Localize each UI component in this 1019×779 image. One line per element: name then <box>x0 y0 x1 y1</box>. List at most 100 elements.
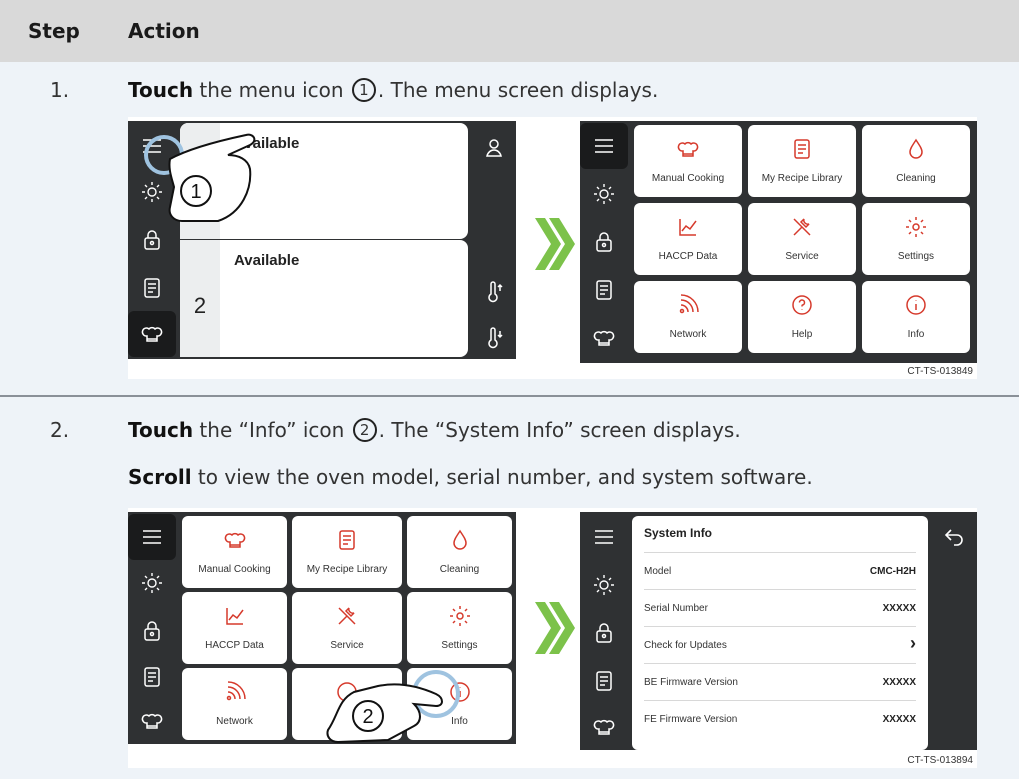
wifi-icon <box>182 680 287 706</box>
sidebar <box>128 512 176 744</box>
column-header-step: Step <box>28 19 80 43</box>
tile-label: Settings <box>441 640 478 651</box>
tile-haccp-data[interactable]: HACCP Data <box>182 592 287 664</box>
wrench-icon <box>292 604 402 630</box>
info-value: CMC-H2H <box>869 566 916 577</box>
table-header: Step Action <box>0 0 1019 62</box>
gear-icon <box>862 215 970 241</box>
figure-2: Manual Cooking My Recipe Library Cleanin… <box>128 508 977 768</box>
action-verb: Touch <box>128 418 194 442</box>
next-arrow-icon <box>535 602 575 654</box>
chef-hat-icon[interactable] <box>128 698 176 744</box>
chef-hat-icon[interactable] <box>128 311 176 357</box>
recipe-icon[interactable] <box>580 267 628 313</box>
chef-hat-icon[interactable] <box>580 315 628 361</box>
oven-menu-screen: Manual Cooking My Recipe Library Cleanin… <box>580 121 977 363</box>
instruction-text: the menu icon <box>193 78 350 102</box>
info-label: Check for Updates <box>644 640 727 651</box>
info-row-be-firmware: BE Firmware Version XXXXX <box>644 663 916 700</box>
info-row-serial-number: Serial Number XXXXX <box>644 589 916 626</box>
tile-label: Info <box>907 329 925 340</box>
menu-icon[interactable] <box>580 123 628 169</box>
instruction-text: the “Info” icon <box>193 418 351 442</box>
recipe-book-icon <box>748 137 856 163</box>
tile-settings[interactable]: Settings <box>407 592 512 664</box>
water-drop-icon <box>407 528 512 554</box>
instruction-text: . The “System Info” screen displays. <box>378 418 741 442</box>
menu-icon[interactable] <box>580 514 628 560</box>
oven-home-screen: Available 2 Available 1 <box>128 121 516 359</box>
panel-title: System Info <box>644 526 713 540</box>
sun-icon[interactable] <box>128 560 176 606</box>
back-icon[interactable] <box>930 514 977 560</box>
tile-cleaning[interactable]: Cleaning <box>862 125 970 197</box>
recipe-icon[interactable] <box>580 658 628 704</box>
info-value: XXXXX <box>882 677 916 688</box>
figure-1: Available 2 Available 1 Manual Cooking M… <box>128 117 977 379</box>
recipe-icon[interactable] <box>128 654 176 700</box>
tile-label: Network <box>216 716 253 727</box>
menu-icon[interactable] <box>128 514 176 560</box>
tile-service[interactable]: Service <box>292 592 402 664</box>
tile-network[interactable]: Network <box>634 281 742 353</box>
wrench-icon <box>748 215 856 241</box>
chart-icon <box>634 215 742 241</box>
info-label: Serial Number <box>644 603 708 614</box>
chart-icon <box>182 604 287 630</box>
info-value: XXXXX <box>882 714 916 725</box>
tile-manual-cooking[interactable]: Manual Cooking <box>634 125 742 197</box>
step-instruction: Scroll to view the oven model, serial nu… <box>128 465 813 489</box>
next-arrow-icon <box>535 218 575 270</box>
tile-network[interactable]: Network <box>182 668 287 740</box>
lock-icon[interactable] <box>128 608 176 654</box>
system-info-panel: System Info Model CMC-H2H Serial Number … <box>632 516 928 750</box>
user-icon[interactable] <box>470 125 516 171</box>
tile-haccp-data[interactable]: HACCP Data <box>634 203 742 275</box>
step-instruction: Touch the “Info” icon 2. The “System Inf… <box>128 418 741 442</box>
tile-label: Service <box>785 251 819 262</box>
figure-id: CT-TS-013849 <box>907 366 973 377</box>
chef-hat-icon <box>182 528 287 554</box>
recipe-book-icon <box>292 528 402 554</box>
sun-icon[interactable] <box>580 171 628 217</box>
lock-icon[interactable] <box>580 610 628 656</box>
recipe-icon[interactable] <box>128 265 176 311</box>
callout-number: 1 <box>190 181 201 203</box>
info-label: FE Firmware Version <box>644 714 738 725</box>
tile-label: HACCP Data <box>205 640 264 651</box>
info-label: Model <box>644 566 672 577</box>
temperature-down-icon[interactable] <box>470 315 516 359</box>
tile-manual-cooking[interactable]: Manual Cooking <box>182 516 287 588</box>
column-header-action: Action <box>128 19 200 43</box>
tile-label: Cleaning <box>896 173 936 184</box>
tile-label: HACCP Data <box>658 251 718 262</box>
tile-service[interactable]: Service <box>748 203 856 275</box>
callout-marker: 1 <box>351 78 376 102</box>
instruction-text: . The menu screen displays. <box>377 78 659 102</box>
sidebar <box>580 512 628 750</box>
chef-hat-icon <box>634 137 742 163</box>
wifi-icon <box>634 293 742 319</box>
action-verb: Touch <box>128 78 194 102</box>
sun-icon[interactable] <box>580 562 628 608</box>
tile-help[interactable]: Help <box>748 281 856 353</box>
tile-label: My Recipe Library <box>306 564 388 575</box>
callout-marker: 2 <box>352 418 377 442</box>
sidebar <box>580 121 628 363</box>
tile-label: Manual Cooking <box>198 564 271 575</box>
tile-cleaning[interactable]: Cleaning <box>407 516 512 588</box>
tile-label: Settings <box>897 251 935 262</box>
cavity-number: 2 <box>180 240 220 357</box>
info-row-model: Model CMC-H2H <box>644 552 916 589</box>
tile-settings[interactable]: Settings <box>862 203 970 275</box>
info-label: BE Firmware Version <box>644 677 738 688</box>
lock-icon[interactable] <box>580 219 628 265</box>
info-row-check-for-updates[interactable]: Check for Updates › <box>644 626 916 663</box>
temperature-up-icon[interactable] <box>470 269 516 315</box>
oven-cavity-2-panel[interactable]: 2 Available <box>180 240 468 357</box>
system-info-screen: System Info Model CMC-H2H Serial Number … <box>580 512 977 750</box>
tile-my-recipe-library[interactable]: My Recipe Library <box>292 516 402 588</box>
chef-hat-icon[interactable] <box>580 704 628 750</box>
tile-my-recipe-library[interactable]: My Recipe Library <box>748 125 856 197</box>
tile-info[interactable]: Info <box>862 281 970 353</box>
